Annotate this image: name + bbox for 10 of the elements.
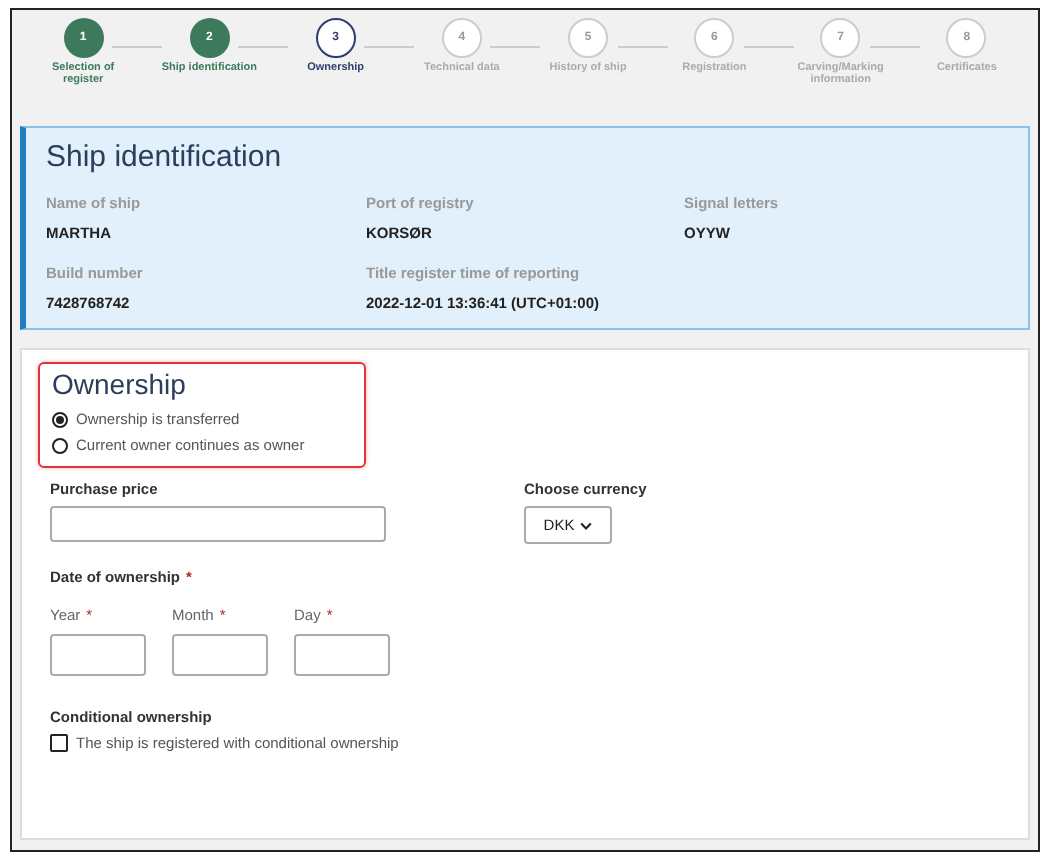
panel-title: Ship identification bbox=[46, 140, 284, 174]
radio-button[interactable] bbox=[52, 437, 68, 453]
chevron-icon bbox=[580, 521, 593, 529]
input-field[interactable] bbox=[50, 506, 386, 542]
input-field[interactable] bbox=[294, 634, 390, 676]
checkbox[interactable] bbox=[50, 734, 68, 752]
radio-button[interactable] bbox=[52, 411, 68, 427]
input-field[interactable] bbox=[50, 634, 146, 676]
section-title: Ownership bbox=[52, 368, 188, 400]
input-field[interactable] bbox=[172, 634, 268, 676]
